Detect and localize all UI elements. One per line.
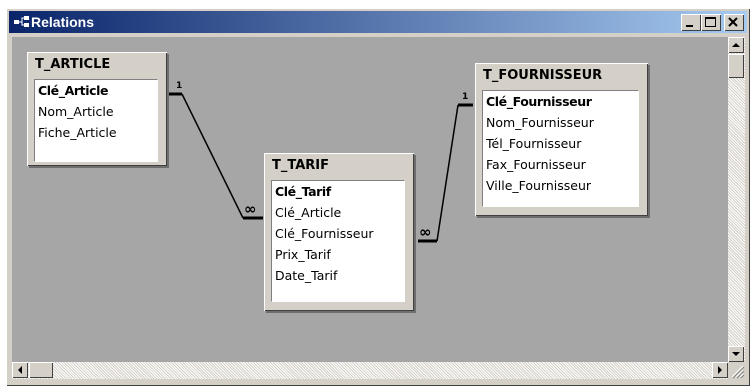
relationship-line-fournisseur[interactable] [436, 104, 459, 242]
field-item[interactable]: Clé_Tarif [272, 181, 404, 202]
minimize-button[interactable] [681, 14, 701, 31]
field-item[interactable]: Clé_Fournisseur [483, 91, 638, 112]
vertical-scroll-thumb[interactable] [728, 54, 744, 78]
field-item[interactable]: Clé_Article [35, 80, 157, 101]
field-item[interactable]: Nom_Article [35, 101, 157, 122]
scroll-right-button[interactable] [712, 362, 728, 378]
close-button[interactable] [724, 14, 744, 31]
horizontal-scrollbar[interactable] [12, 362, 728, 379]
resize-grip-icon [731, 365, 745, 379]
field-item[interactable]: Date_Tarif [272, 265, 404, 286]
scroll-up-button[interactable] [728, 37, 744, 53]
field-item[interactable]: Clé_Article [272, 202, 404, 223]
arrow-up-icon [732, 43, 740, 47]
field-item[interactable]: Clé_Fournisseur [272, 223, 404, 244]
close-icon [728, 17, 738, 27]
size-grip[interactable] [728, 362, 745, 379]
horizontal-scroll-thumb[interactable] [29, 362, 53, 378]
table-t-fournisseur[interactable]: T_FOURNISSEUR Clé_Fournisseur Nom_Fourni… [475, 63, 648, 216]
field-item[interactable]: Fiche_Article [35, 122, 157, 143]
field-list: Clé_Tarif Clé_Article Clé_Fournisseur Pr… [271, 180, 405, 302]
field-item[interactable]: Nom_Fournisseur [483, 112, 638, 133]
arrow-left-icon [18, 366, 22, 374]
field-list: Clé_Article Nom_Article Fiche_Article [34, 79, 158, 162]
table-t-article[interactable]: T_ARTICLE Clé_Article Nom_Article Fiche_… [27, 52, 167, 166]
relations-window: Relations 1 ∞ 1 ∞ T_ARTICLE Clé_Article … [6, 8, 750, 386]
table-title: T_TARIF [272, 158, 330, 173]
window-title: Relations [31, 14, 95, 30]
field-item[interactable]: Prix_Tarif [272, 244, 404, 265]
field-list: Clé_Fournisseur Nom_Fournisseur Tél_Four… [482, 90, 639, 207]
scroll-down-button[interactable] [728, 346, 744, 362]
arrow-down-icon [732, 352, 740, 356]
maximize-icon [705, 17, 716, 27]
arrow-right-icon [718, 366, 722, 374]
relationship-many-label: ∞ [419, 223, 432, 241]
relationship-one-label: 1 [176, 81, 183, 91]
field-item[interactable]: Fax_Fournisseur [483, 154, 638, 175]
vertical-scrollbar[interactable] [728, 37, 745, 362]
relationship-one-label: 1 [462, 92, 469, 102]
table-t-tarif[interactable]: T_TARIF Clé_Tarif Clé_Article Clé_Fourni… [264, 153, 414, 311]
relationship-line-article[interactable] [181, 93, 244, 219]
field-item[interactable]: Tél_Fournisseur [483, 133, 638, 154]
field-item[interactable]: Ville_Fournisseur [483, 175, 638, 196]
table-title: T_ARTICLE [35, 57, 111, 72]
relationships-icon [14, 16, 29, 27]
minimize-icon [686, 25, 693, 27]
table-title: T_FOURNISSEUR [483, 68, 603, 83]
relationship-many-label: ∞ [244, 200, 257, 218]
relationships-canvas[interactable]: 1 ∞ 1 ∞ T_ARTICLE Clé_Article Nom_Articl… [12, 37, 728, 362]
maximize-button[interactable] [701, 14, 721, 31]
scroll-left-button[interactable] [12, 362, 28, 378]
title-bar[interactable]: Relations [9, 11, 747, 33]
